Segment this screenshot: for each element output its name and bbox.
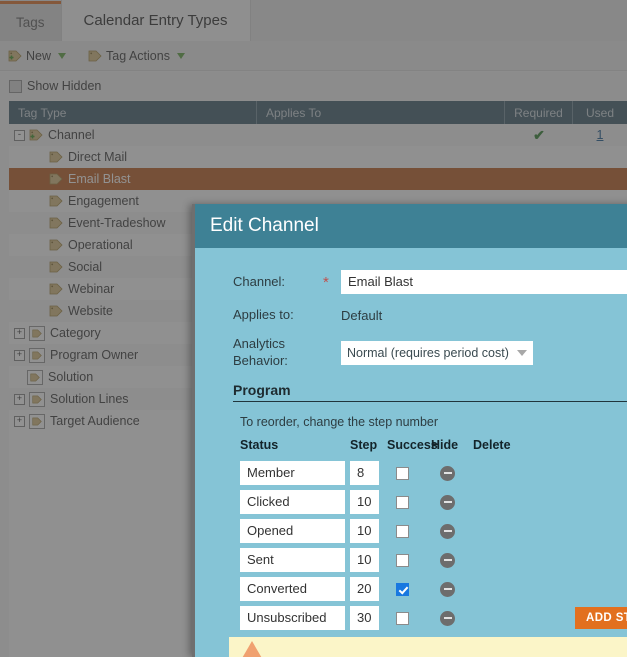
step-success-cell	[387, 466, 431, 480]
minus-circle-icon[interactable]	[440, 494, 455, 510]
step-hide-cell	[431, 581, 473, 597]
step-column-step: Step	[350, 437, 378, 452]
analytics-behavior-value: Normal (requires period cost)	[347, 345, 509, 360]
step-status-input[interactable]	[240, 548, 345, 573]
step-number-cell	[350, 461, 387, 486]
step-number-input[interactable]	[350, 606, 379, 631]
step-column-success: Success	[387, 437, 438, 452]
steps-table: Status Step Success Hide Delete ADD STEP	[240, 438, 627, 633]
minus-circle-icon[interactable]	[440, 523, 455, 539]
step-success-checkbox[interactable]	[396, 553, 409, 567]
step-number-cell	[350, 490, 387, 515]
analytics-behavior-select[interactable]: Normal (requires period cost)	[341, 340, 533, 365]
step-number-input[interactable]	[350, 490, 379, 515]
dialog-body: Channel: * Applies to: Default Analytics…	[192, 248, 627, 633]
step-status-cell	[240, 548, 350, 573]
step-success-cell	[387, 611, 431, 625]
step-success-cell	[387, 524, 431, 538]
warning-banner	[229, 637, 627, 657]
step-status-cell	[240, 461, 350, 486]
step-success-checkbox[interactable]	[396, 466, 409, 480]
step-success-checkbox[interactable]	[396, 582, 409, 596]
program-section-header: Program	[233, 382, 627, 402]
step-number-input[interactable]	[350, 548, 379, 573]
step-number-input[interactable]	[350, 519, 379, 544]
step-row	[240, 546, 627, 575]
step-status-cell	[240, 606, 350, 631]
step-success-checkbox[interactable]	[396, 524, 409, 538]
step-success-cell	[387, 582, 431, 596]
step-column-status: Status	[240, 437, 279, 452]
step-status-input[interactable]	[240, 577, 345, 602]
edit-channel-dialog: Edit Channel Channel: * Applies to: Defa…	[192, 204, 627, 657]
step-status-cell	[240, 490, 350, 515]
field-row-analytics-behavior: Analytics Behavior: Normal (requires per…	[192, 336, 627, 369]
channel-input[interactable]	[341, 270, 627, 294]
step-row	[240, 517, 627, 546]
reorder-hint: To reorder, change the step number	[240, 414, 439, 429]
step-status-cell	[240, 519, 350, 544]
steps-rows: ADD STEP	[240, 459, 627, 633]
step-number-cell	[350, 606, 387, 631]
minus-circle-icon[interactable]	[440, 581, 455, 597]
step-success-cell	[387, 495, 431, 509]
step-number-cell	[350, 519, 387, 544]
analytics-behavior-label: Analytics Behavior:	[233, 336, 288, 368]
step-hide-cell	[431, 610, 473, 626]
step-column-delete: Delete	[473, 437, 511, 452]
applies-to-label: Applies to:	[233, 307, 294, 322]
field-row-channel: Channel: *	[192, 270, 627, 294]
step-status-input[interactable]	[240, 606, 345, 631]
step-column-hide: Hide	[431, 437, 459, 452]
channel-label: Channel:	[233, 273, 286, 289]
step-status-input[interactable]	[240, 519, 345, 544]
step-row: ADD STEP	[240, 604, 627, 633]
step-row	[240, 459, 627, 488]
warning-triangle-icon	[241, 640, 263, 657]
step-number-input[interactable]	[350, 461, 379, 486]
steps-header-row: Status Step Success Hide Delete	[240, 438, 627, 452]
minus-circle-icon[interactable]	[440, 610, 455, 626]
step-hide-cell	[431, 494, 473, 510]
step-status-input[interactable]	[240, 461, 345, 486]
minus-circle-icon[interactable]	[440, 465, 455, 481]
step-hide-cell	[431, 523, 473, 539]
step-success-checkbox[interactable]	[396, 611, 409, 625]
step-number-input[interactable]	[350, 577, 379, 602]
add-step-button[interactable]: ADD STEP	[575, 607, 627, 630]
required-asterisk-icon: *	[323, 273, 329, 291]
chevron-down-icon	[517, 349, 527, 356]
applies-to-value: Default	[341, 307, 383, 323]
step-number-cell	[350, 548, 387, 573]
step-success-cell	[387, 553, 431, 567]
dialog-title: Edit Channel	[192, 204, 627, 248]
step-success-checkbox[interactable]	[396, 495, 409, 509]
field-row-applies-to: Applies to: Default	[192, 307, 627, 323]
add-step-wrapper: ADD STEP	[575, 607, 627, 630]
step-row	[240, 575, 627, 604]
step-status-cell	[240, 577, 350, 602]
minus-circle-icon[interactable]	[440, 552, 455, 568]
step-hide-cell	[431, 552, 473, 568]
step-row	[240, 488, 627, 517]
step-hide-cell	[431, 465, 473, 481]
step-status-input[interactable]	[240, 490, 345, 515]
step-number-cell	[350, 577, 387, 602]
dialog-left-edge	[192, 204, 195, 657]
